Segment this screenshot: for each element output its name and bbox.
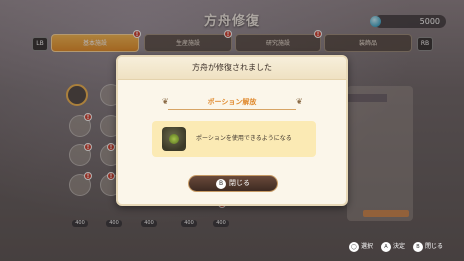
unlock-content: ポーションを使用できるようになる [152, 121, 316, 157]
potion-icon [162, 127, 186, 151]
close-button[interactable]: B 閉じる [188, 175, 278, 192]
guide-close: B 閉じる [412, 241, 443, 252]
b-button-icon: B [412, 241, 423, 252]
guide-confirm: A 決定 [380, 241, 405, 252]
unlock-message: ポーションを使用できるようになる [196, 135, 292, 142]
divider [168, 109, 296, 110]
close-label: 閉じる [229, 179, 250, 187]
a-button-icon: A [380, 241, 391, 252]
guide-select: ◯ 選択 [348, 241, 373, 252]
guide-confirm-label: 決定 [392, 242, 405, 250]
ornament-right-icon: ❦ [296, 97, 303, 106]
dialog-title: 方舟が修復されました [118, 57, 346, 80]
stick-icon: ◯ [348, 241, 359, 252]
guide-close-label: 閉じる [424, 242, 443, 250]
repair-dialog: 方舟が修復されました ❦ ポーション解放 ❦ ポーションを使用できるようになる … [116, 55, 348, 206]
b-button-icon: B [216, 178, 226, 189]
unlock-heading: ポーション解放 [207, 98, 257, 106]
button-guide: ◯ 選択 A 決定 B 閉じる [348, 240, 443, 252]
guide-select-label: 選択 [360, 242, 373, 250]
